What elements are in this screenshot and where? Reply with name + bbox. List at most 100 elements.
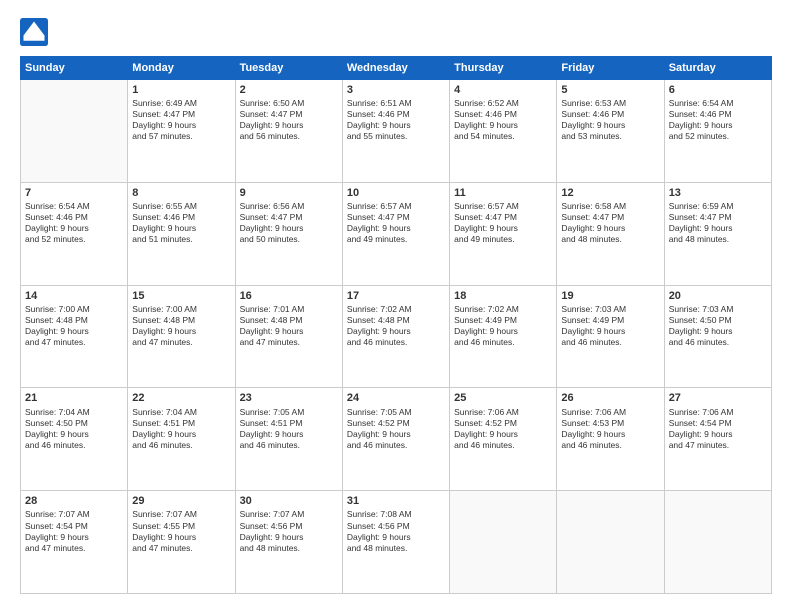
day-info-line: Sunset: 4:48 PM: [347, 315, 445, 326]
header: [20, 18, 772, 46]
day-info-line: Sunset: 4:56 PM: [347, 521, 445, 532]
day-info-line: Daylight: 9 hours: [240, 532, 338, 543]
calendar-cell: 16Sunrise: 7:01 AMSunset: 4:48 PMDayligh…: [235, 285, 342, 388]
day-info-line: Sunrise: 6:54 AM: [669, 98, 767, 109]
day-info-line: Daylight: 9 hours: [669, 326, 767, 337]
day-info-line: Sunrise: 6:53 AM: [561, 98, 659, 109]
day-number: 28: [25, 494, 123, 508]
day-info-line: Sunrise: 7:04 AM: [132, 407, 230, 418]
day-number: 20: [669, 289, 767, 303]
day-of-week-header: Wednesday: [342, 57, 449, 80]
day-info-line: Daylight: 9 hours: [454, 223, 552, 234]
day-number: 22: [132, 391, 230, 405]
day-info-line: Sunset: 4:56 PM: [240, 521, 338, 532]
day-info-line: Daylight: 9 hours: [669, 120, 767, 131]
day-number: 3: [347, 83, 445, 97]
day-info-line: Sunrise: 7:03 AM: [561, 304, 659, 315]
day-info-line: Daylight: 9 hours: [669, 223, 767, 234]
day-number: 17: [347, 289, 445, 303]
day-info-line: and 48 minutes.: [347, 543, 445, 554]
day-info-line: and 47 minutes.: [240, 337, 338, 348]
day-number: 26: [561, 391, 659, 405]
day-number: 25: [454, 391, 552, 405]
day-number: 7: [25, 186, 123, 200]
day-info-line: Sunset: 4:47 PM: [240, 212, 338, 223]
day-info-line: Sunrise: 7:01 AM: [240, 304, 338, 315]
day-info-line: Daylight: 9 hours: [561, 326, 659, 337]
day-info-line: Daylight: 9 hours: [669, 429, 767, 440]
calendar-cell: 31Sunrise: 7:08 AMSunset: 4:56 PMDayligh…: [342, 491, 449, 594]
day-info-line: Daylight: 9 hours: [240, 326, 338, 337]
day-info-line: Sunrise: 7:07 AM: [25, 509, 123, 520]
day-info-line: Sunset: 4:48 PM: [132, 315, 230, 326]
day-of-week-header: Thursday: [450, 57, 557, 80]
day-info-line: Sunset: 4:54 PM: [669, 418, 767, 429]
calendar-cell: 10Sunrise: 6:57 AMSunset: 4:47 PMDayligh…: [342, 182, 449, 285]
day-number: 8: [132, 186, 230, 200]
day-info-line: Daylight: 9 hours: [240, 223, 338, 234]
day-info-line: Daylight: 9 hours: [454, 326, 552, 337]
day-info-line: Sunrise: 6:58 AM: [561, 201, 659, 212]
day-info-line: Daylight: 9 hours: [347, 429, 445, 440]
day-info-line: and 46 minutes.: [454, 337, 552, 348]
day-info-line: Daylight: 9 hours: [561, 223, 659, 234]
calendar-cell: 24Sunrise: 7:05 AMSunset: 4:52 PMDayligh…: [342, 388, 449, 491]
calendar-cell: 21Sunrise: 7:04 AMSunset: 4:50 PMDayligh…: [21, 388, 128, 491]
day-number: 2: [240, 83, 338, 97]
day-info-line: Sunrise: 7:02 AM: [454, 304, 552, 315]
day-info-line: Daylight: 9 hours: [561, 429, 659, 440]
calendar: SundayMondayTuesdayWednesdayThursdayFrid…: [20, 56, 772, 594]
day-info-line: and 46 minutes.: [561, 337, 659, 348]
page: SundayMondayTuesdayWednesdayThursdayFrid…: [0, 0, 792, 612]
calendar-cell: 11Sunrise: 6:57 AMSunset: 4:47 PMDayligh…: [450, 182, 557, 285]
day-info-line: and 46 minutes.: [347, 337, 445, 348]
calendar-cell: 6Sunrise: 6:54 AMSunset: 4:46 PMDaylight…: [664, 80, 771, 183]
day-info-line: Sunrise: 7:06 AM: [669, 407, 767, 418]
day-info-line: Sunrise: 6:57 AM: [347, 201, 445, 212]
day-number: 13: [669, 186, 767, 200]
day-info-line: Sunrise: 6:57 AM: [454, 201, 552, 212]
day-info-line: and 57 minutes.: [132, 131, 230, 142]
calendar-cell: [664, 491, 771, 594]
day-info-line: Sunset: 4:47 PM: [240, 109, 338, 120]
day-info-line: Sunrise: 7:04 AM: [25, 407, 123, 418]
day-info-line: Sunset: 4:47 PM: [454, 212, 552, 223]
day-info-line: Sunset: 4:46 PM: [347, 109, 445, 120]
day-info-line: Sunrise: 7:07 AM: [132, 509, 230, 520]
calendar-week-row: 28Sunrise: 7:07 AMSunset: 4:54 PMDayligh…: [21, 491, 772, 594]
day-number: 15: [132, 289, 230, 303]
day-info-line: Sunrise: 7:06 AM: [561, 407, 659, 418]
day-info-line: and 49 minutes.: [347, 234, 445, 245]
day-info-line: Daylight: 9 hours: [347, 120, 445, 131]
day-number: 19: [561, 289, 659, 303]
day-info-line: Sunset: 4:49 PM: [454, 315, 552, 326]
calendar-cell: [450, 491, 557, 594]
day-info-line: and 47 minutes.: [669, 440, 767, 451]
calendar-cell: 9Sunrise: 6:56 AMSunset: 4:47 PMDaylight…: [235, 182, 342, 285]
day-info-line: Sunrise: 6:49 AM: [132, 98, 230, 109]
day-info-line: and 46 minutes.: [132, 440, 230, 451]
day-number: 18: [454, 289, 552, 303]
calendar-cell: 22Sunrise: 7:04 AMSunset: 4:51 PMDayligh…: [128, 388, 235, 491]
calendar-cell: 4Sunrise: 6:52 AMSunset: 4:46 PMDaylight…: [450, 80, 557, 183]
day-info-line: Sunset: 4:51 PM: [240, 418, 338, 429]
day-info-line: Daylight: 9 hours: [132, 429, 230, 440]
day-info-line: Daylight: 9 hours: [132, 223, 230, 234]
day-info-line: Sunset: 4:46 PM: [669, 109, 767, 120]
day-info-line: Sunrise: 6:54 AM: [25, 201, 123, 212]
day-number: 5: [561, 83, 659, 97]
day-info-line: Daylight: 9 hours: [347, 223, 445, 234]
day-info-line: Sunset: 4:50 PM: [669, 315, 767, 326]
day-info-line: Sunrise: 7:02 AM: [347, 304, 445, 315]
day-info-line: Daylight: 9 hours: [132, 120, 230, 131]
day-number: 9: [240, 186, 338, 200]
day-info-line: Sunset: 4:49 PM: [561, 315, 659, 326]
day-info-line: Sunset: 4:46 PM: [561, 109, 659, 120]
day-number: 16: [240, 289, 338, 303]
day-info-line: Daylight: 9 hours: [25, 223, 123, 234]
day-info-line: Sunrise: 7:03 AM: [669, 304, 767, 315]
day-info-line: Daylight: 9 hours: [25, 429, 123, 440]
day-info-line: Daylight: 9 hours: [25, 532, 123, 543]
calendar-cell: 18Sunrise: 7:02 AMSunset: 4:49 PMDayligh…: [450, 285, 557, 388]
calendar-cell: 5Sunrise: 6:53 AMSunset: 4:46 PMDaylight…: [557, 80, 664, 183]
